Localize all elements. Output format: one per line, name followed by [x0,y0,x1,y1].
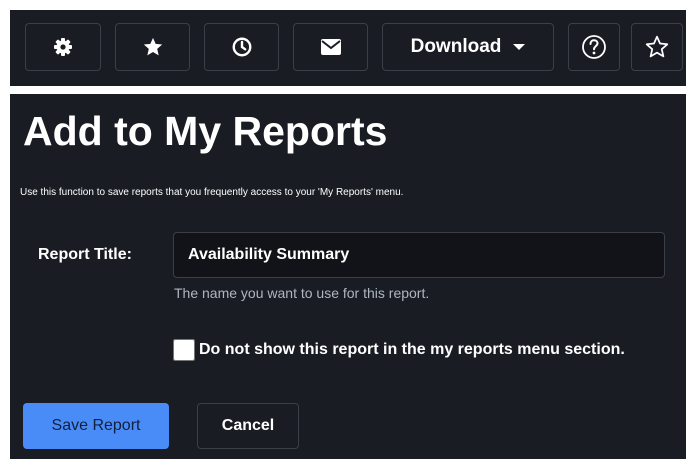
caret-down-icon [513,44,526,50]
report-title-input[interactable] [173,232,665,278]
page-description: Use this function to save reports that y… [20,187,404,198]
star-icon [143,37,162,56]
favorites-button[interactable] [115,23,190,71]
history-button[interactable] [204,23,279,71]
add-report-panel: Add to My Reports Use this function to s… [10,94,686,459]
toolbar: Download [10,10,686,86]
page-title: Add to My Reports [23,108,388,154]
gear-icon [54,38,72,56]
email-button[interactable] [293,23,368,71]
star-outline-icon [645,35,669,58]
save-report-button[interactable]: Save Report [23,403,169,449]
add-favorite-button[interactable] [631,23,683,71]
hide-report-checkbox-label[interactable]: Do not show this report in the my report… [199,341,625,359]
envelope-icon [320,39,341,55]
report-title-hint: The name you want to use for this report… [174,285,430,301]
help-circle-icon [582,35,606,59]
help-button[interactable] [568,23,620,71]
hide-report-checkbox[interactable] [173,339,195,361]
settings-button[interactable] [25,23,101,71]
download-label: Download [410,36,502,57]
download-dropdown-button[interactable]: Download [382,23,554,71]
clock-icon [232,37,251,57]
hide-report-option: Do not show this report in the my report… [173,339,625,361]
report-title-label: Report Title: [38,246,132,263]
cancel-button[interactable]: Cancel [197,403,299,449]
